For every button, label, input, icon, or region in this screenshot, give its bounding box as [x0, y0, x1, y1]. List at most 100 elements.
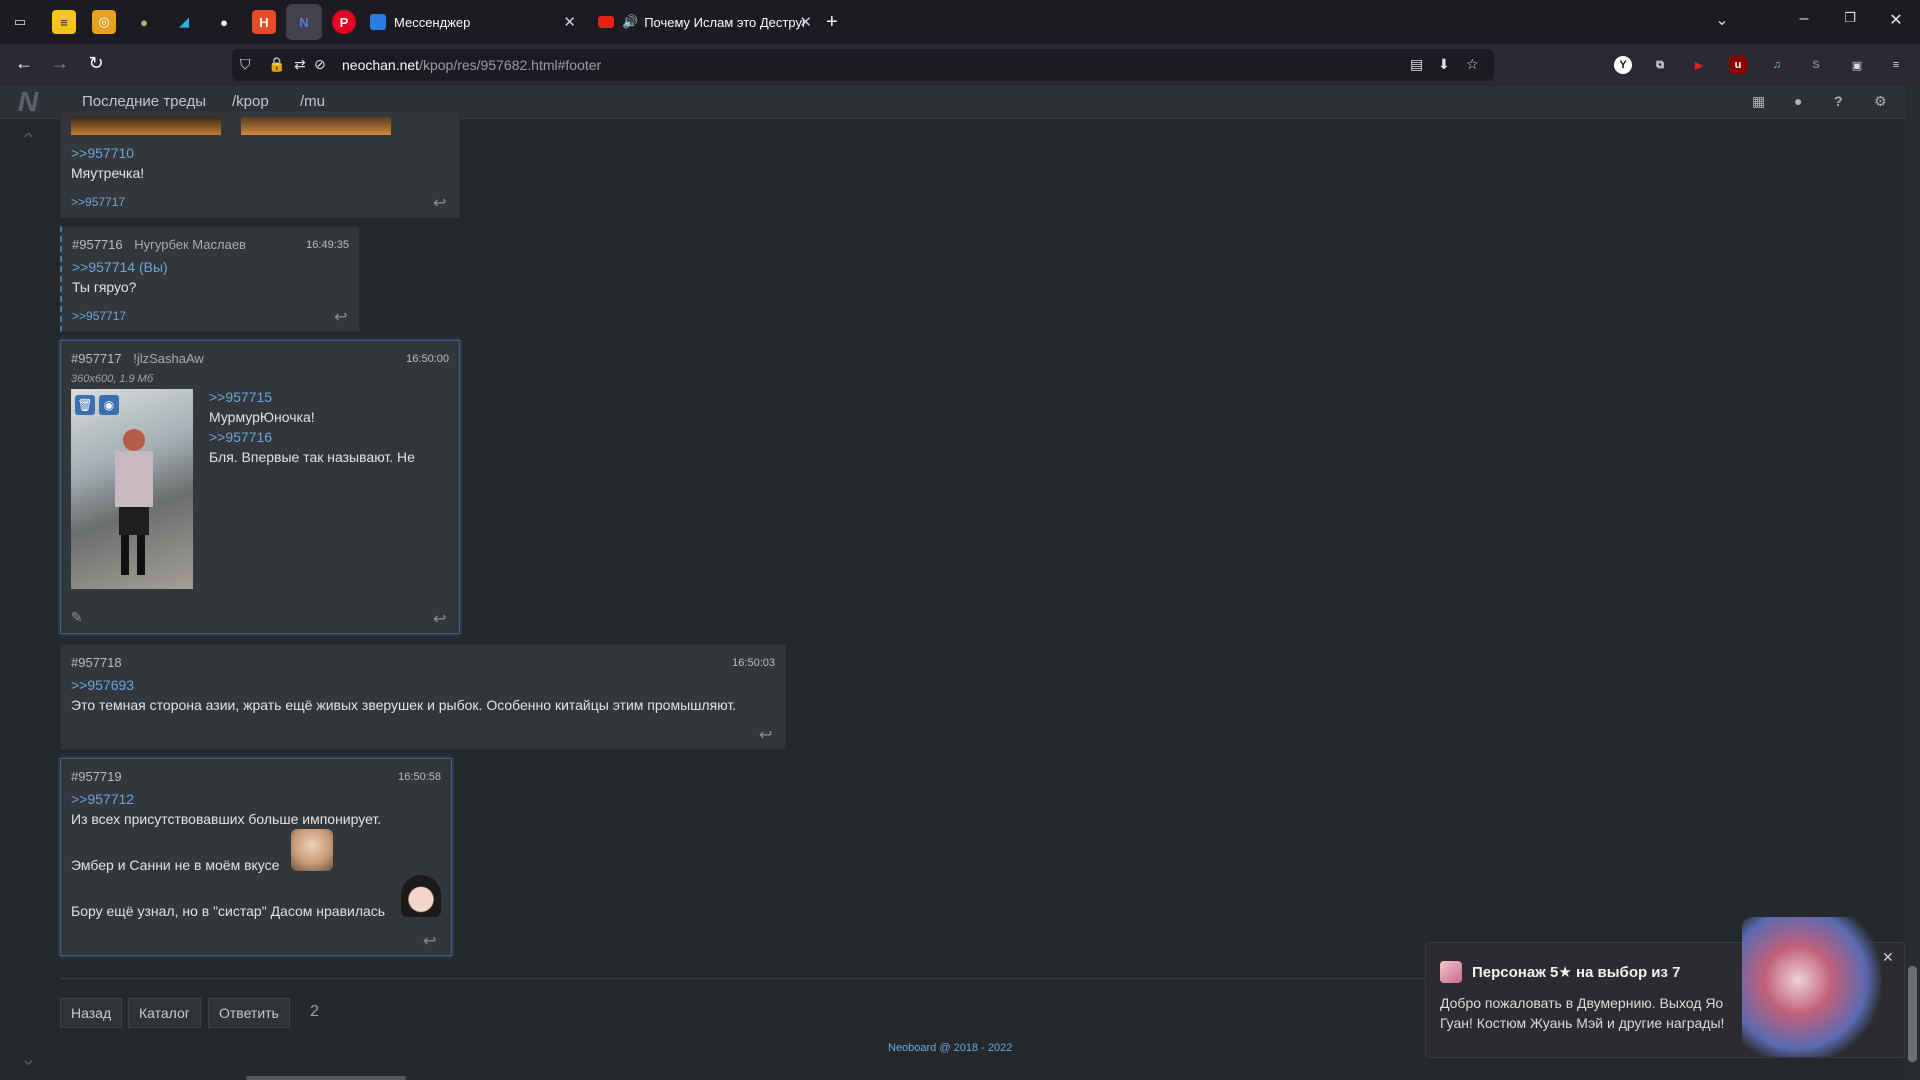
youtube-ext-icon[interactable]: ▶ [1690, 56, 1708, 74]
post-quote-link[interactable]: >>957693 [71, 677, 134, 693]
footer-copyright[interactable]: Neoboard @ 2018 - 2022 [888, 1042, 1012, 1054]
minimize-button[interactable]: – [1784, 10, 1824, 28]
post-quote-link[interactable]: >>957716 [209, 429, 272, 445]
forward-icon[interactable]: → [48, 53, 72, 74]
pinned-tab-icon[interactable]: ◎ [92, 10, 116, 34]
post-quote-link[interactable]: >>957715 [209, 389, 272, 405]
nav-latest-threads[interactable]: Последние треды [82, 93, 206, 110]
emoji-sticker-girl [401, 875, 441, 917]
back-button[interactable]: Назад [60, 998, 123, 1028]
toast-close-icon[interactable]: ✕ [1882, 949, 1894, 966]
scrollbar-thumb[interactable] [1908, 966, 1917, 1062]
media-icon[interactable]: ▦ [1752, 93, 1765, 110]
restore-button[interactable]: ❐ [1830, 10, 1870, 26]
file-info: 360x600, 1.9 Мб [71, 373, 154, 385]
post-text: Из всех присутствовавших больше импониру… [71, 811, 382, 827]
emoji-sticker-face [291, 829, 333, 871]
post-quote-link[interactable]: >>957712 [71, 791, 134, 807]
post-number[interactable]: #957719 [71, 769, 122, 784]
edit-pencil-icon[interactable]: ✎ [71, 609, 83, 626]
post-time: 16:50:00 [406, 353, 449, 365]
tab-title: Почему Ислам это Деструкт [644, 14, 805, 30]
close-tab-icon[interactable]: ✕ [563, 13, 576, 31]
close-window-button[interactable]: ✕ [1876, 10, 1916, 30]
save-page-icon[interactable]: ⬇ [1438, 56, 1450, 73]
tracking-off-icon[interactable]: ⊘ [314, 56, 326, 73]
yandex-ext-icon[interactable]: Y [1614, 56, 1632, 74]
tab-youtube[interactable]: 🔊 Почему Ислам это Деструкт ✕ [598, 4, 812, 40]
reply-arrow-icon[interactable]: ↩ [423, 931, 436, 951]
tab-overview-icon[interactable]: ▭ [8, 10, 32, 34]
catalog-button[interactable]: Каталог [128, 998, 201, 1028]
pinned-tab-github-icon[interactable]: ● [212, 10, 236, 34]
toast-body: Добро пожаловать в Двумернию. Выход Яо Г… [1440, 995, 1725, 1031]
lock-icon[interactable]: 🔒 [268, 56, 285, 73]
post-image-thumbnail[interactable] [71, 117, 221, 135]
permissions-icon[interactable]: ⇄ [294, 56, 306, 73]
post-time: 16:50:58 [398, 771, 441, 783]
horizontal-scrollbar-thumb[interactable] [246, 1076, 406, 1080]
speaker-icon[interactable]: 🔊 [622, 14, 638, 30]
reply-arrow-icon[interactable]: ↩ [433, 609, 446, 629]
user-icon[interactable]: ● [1794, 93, 1802, 109]
address-bar[interactable]: ⛉ 🔒 ⇄ ⊘ neochan.net/kpop/res/957682.html… [232, 49, 1494, 81]
extensions-puzzle-icon[interactable]: ⧉ [1651, 56, 1669, 74]
post-image-thumbnail[interactable] [241, 117, 391, 135]
s-ext-icon[interactable]: S [1807, 56, 1825, 74]
post-backlink[interactable]: >>957717 [71, 195, 125, 209]
reader-view-icon[interactable]: ▤ [1410, 56, 1423, 73]
post-text: Эмбер и Санни не в моём вкусе [71, 857, 280, 873]
reply-button[interactable]: Ответить [208, 998, 290, 1028]
scroll-down-arrow-icon[interactable]: ⌄ [20, 1046, 37, 1071]
divider [60, 978, 1600, 979]
page-number[interactable]: 2 [310, 1003, 319, 1021]
hide-image-icon[interactable]: ◉ [99, 395, 119, 415]
bookmark-star-icon[interactable]: ☆ [1466, 56, 1479, 73]
back-icon[interactable]: ← [12, 53, 36, 74]
neochan-logo[interactable]: N [18, 88, 50, 116]
pinned-tab-habr-icon[interactable]: H [252, 10, 276, 34]
new-tab-button[interactable]: + [826, 4, 838, 40]
notification-toast[interactable]: Персонаж 5★ на выбор из 7 Добро пожалова… [1425, 917, 1905, 1058]
pinned-tab-notes-icon[interactable]: ≡ [52, 10, 76, 34]
post-backlink[interactable]: >>957717 [72, 309, 126, 323]
container-ext-icon[interactable]: ▣ [1848, 56, 1866, 74]
url-path: /kpop/res/957682.html#footer [419, 57, 602, 73]
reply-arrow-icon[interactable]: ↩ [433, 193, 446, 213]
reply-arrow-icon[interactable]: ↩ [334, 307, 347, 327]
post-quote-link[interactable]: >>957714 (Вы) [72, 259, 168, 275]
pinned-tab-bird-icon[interactable]: ◢ [172, 10, 196, 34]
figure-leg [137, 535, 145, 575]
post-image[interactable]: 🗑 ◉ [71, 389, 193, 589]
app-menu-icon[interactable]: ≡ [1887, 56, 1905, 74]
post-957717: #957717 !jlzSashaAw 16:50:00 360x600, 1.… [60, 340, 460, 634]
post-quote-link[interactable]: >>957710 [71, 145, 134, 161]
game-app-icon [1440, 961, 1462, 983]
pinned-tab-neochan-active[interactable]: N [286, 4, 322, 40]
nav-board-kpop[interactable]: /kpop [232, 93, 269, 110]
scroll-up-arrow-icon[interactable]: ⌃ [20, 128, 37, 153]
shield-icon[interactable]: ⛉ [240, 56, 251, 73]
figure-body [115, 451, 153, 507]
post-957719: #957719 16:50:58 >>957712 Из всех присут… [60, 758, 452, 956]
help-icon[interactable]: ? [1834, 93, 1843, 109]
url-text[interactable]: neochan.net/kpop/res/957682.html#footer [342, 57, 601, 73]
music-ext-icon[interactable]: ♫ [1768, 56, 1786, 74]
page-scrollbar[interactable] [1905, 86, 1920, 1080]
list-all-tabs-icon[interactable]: ⌄ [1702, 10, 1742, 30]
reload-icon[interactable]: ↻ [84, 53, 108, 74]
reply-arrow-icon[interactable]: ↩ [759, 725, 772, 745]
post-number[interactable]: #957718 [71, 655, 122, 670]
close-tab-icon[interactable]: ✕ [799, 13, 812, 31]
nav-board-mu[interactable]: /mu [300, 93, 325, 110]
post-header: #957719 [71, 769, 122, 784]
settings-gear-icon[interactable]: ⚙ [1874, 93, 1887, 110]
post-number[interactable]: #957716 [72, 237, 123, 252]
post-header: #957716 Нугурбек Маслаев [72, 237, 246, 252]
ublock-icon[interactable]: u [1729, 56, 1747, 74]
delete-icon[interactable]: 🗑 [75, 395, 95, 415]
post-number[interactable]: #957717 [71, 351, 122, 366]
pinned-tab-pinterest-icon[interactable]: P [332, 10, 356, 34]
tab-messenger[interactable]: Мессенджер ✕ [370, 4, 582, 40]
pinned-tab-globe-icon[interactable]: ● [132, 10, 156, 34]
